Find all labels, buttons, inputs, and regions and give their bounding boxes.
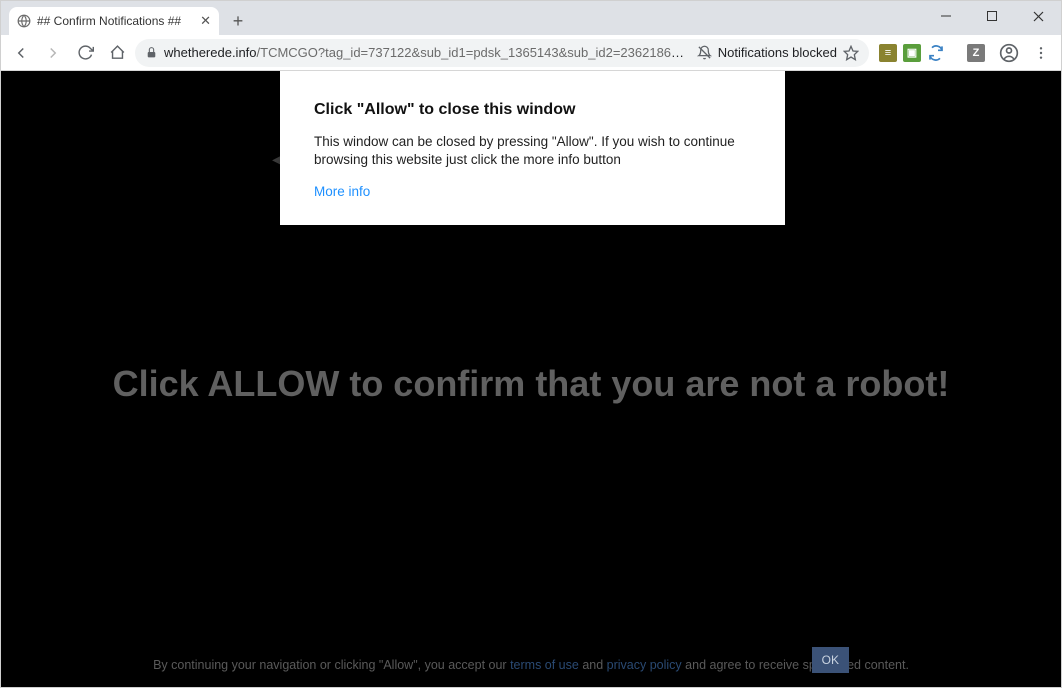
consent-suffix: and agree to receive sponsored content. [682, 658, 909, 672]
window-controls [923, 1, 1061, 31]
close-window-button[interactable] [1015, 1, 1061, 31]
minimize-button[interactable] [923, 1, 969, 31]
consent-mid: and [579, 658, 607, 672]
new-tab-button[interactable]: + [225, 8, 251, 34]
forward-button[interactable] [39, 39, 67, 67]
titlebar: ## Confirm Notifications ## ✕ + [1, 1, 1061, 35]
maximize-button[interactable] [969, 1, 1015, 31]
globe-icon [17, 14, 31, 28]
tab-title: ## Confirm Notifications ## [37, 14, 194, 28]
extension-icon[interactable]: Z [967, 44, 985, 62]
consent-text: By continuing your navigation or clickin… [1, 656, 1061, 675]
tab-close-icon[interactable]: ✕ [200, 13, 211, 29]
notifications-blocked-chip[interactable]: Notifications blocked [697, 45, 837, 60]
privacy-link[interactable]: privacy policy [607, 658, 682, 672]
notifications-blocked-label: Notifications blocked [718, 45, 837, 60]
extension-icons: ≡ ▣ Z [879, 44, 985, 62]
allow-popup: Click "Allow" to close this window This … [280, 71, 785, 225]
url-path: /TCMCGO?tag_id=737122&sub_id1=pdsk_13651… [257, 45, 691, 60]
reload-button[interactable] [71, 39, 99, 67]
home-button[interactable] [103, 39, 131, 67]
back-button[interactable] [7, 39, 35, 67]
bell-off-icon [697, 45, 712, 60]
kebab-menu-button[interactable] [1027, 39, 1055, 67]
toolbar: whetherede.info/TCMCGO?tag_id=737122&sub… [1, 35, 1061, 71]
ok-button[interactable]: OK [812, 647, 849, 673]
url-host: whetherede.info [164, 45, 257, 60]
popup-body: This window can be closed by pressing "A… [314, 133, 751, 169]
browser-tab[interactable]: ## Confirm Notifications ## ✕ [9, 7, 219, 35]
extension-icon[interactable] [927, 44, 945, 62]
address-bar[interactable]: whetherede.info/TCMCGO?tag_id=737122&sub… [135, 39, 869, 67]
extension-icon[interactable]: ▣ [903, 44, 921, 62]
page-headline: Click ALLOW to confirm that you are not … [1, 363, 1061, 405]
profile-button[interactable] [995, 39, 1023, 67]
extension-icon[interactable]: ≡ [879, 44, 897, 62]
more-info-link[interactable]: More info [314, 184, 370, 199]
page-content: ◀ Click "Allow" to close this window Thi… [1, 71, 1061, 687]
url-text: whetherede.info/TCMCGO?tag_id=737122&sub… [164, 45, 691, 60]
star-icon[interactable] [843, 45, 859, 61]
browser-window: ## Confirm Notifications ## ✕ + whet [0, 0, 1062, 688]
popup-title: Click "Allow" to close this window [314, 101, 751, 119]
terms-link[interactable]: terms of use [510, 658, 579, 672]
lock-icon [145, 46, 158, 59]
consent-prefix: By continuing your navigation or clickin… [153, 658, 510, 672]
